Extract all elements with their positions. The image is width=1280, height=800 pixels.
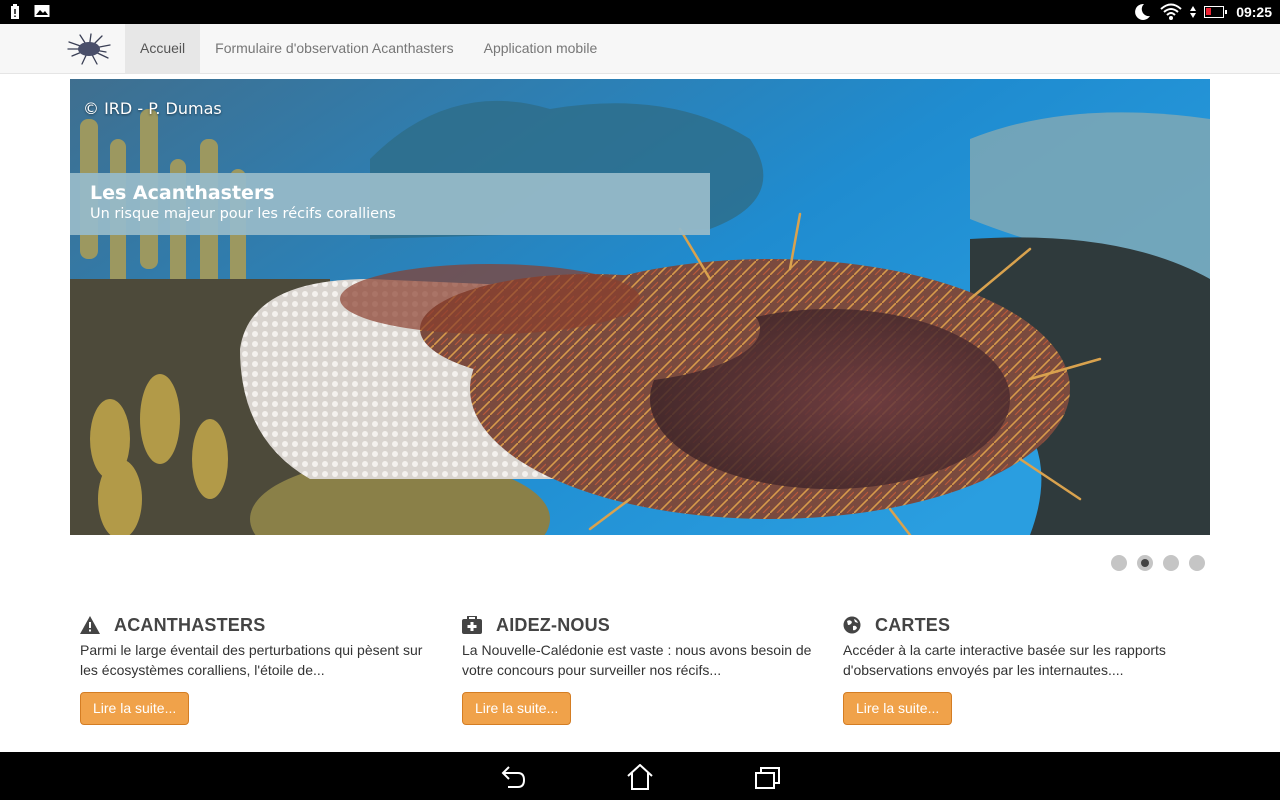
clock: 09:25 <box>1236 4 1272 20</box>
globe-icon <box>843 616 861 634</box>
status-bar: 09:25 <box>0 0 1280 24</box>
nav-accueil[interactable]: Accueil <box>125 24 201 73</box>
nav-formulaire-observation[interactable]: Formulaire d'observation Acanthasters <box>200 24 468 73</box>
carousel-dot-4[interactable] <box>1189 555 1205 571</box>
do-not-disturb-moon-icon <box>1135 3 1151 20</box>
feature-text: La Nouvelle-Calédonie est vaste : nous a… <box>462 642 812 678</box>
feature-title: AIDEZ-NOUS <box>496 614 610 635</box>
caption-subtitle: Un risque majeur pour les récifs coralli… <box>90 206 396 222</box>
hero-carousel[interactable]: © IRD - P. Dumas Les Acanthasters Un ris… <box>70 79 1210 535</box>
read-more-button[interactable]: Lire la suite... <box>80 692 190 725</box>
feature-text: Accéder à la carte interactive basée sur… <box>843 642 1166 678</box>
data-arrows-icon <box>1190 6 1197 18</box>
system-navigation-bar <box>0 752 1280 800</box>
battery-icon <box>1204 6 1228 18</box>
starfish-logo-icon[interactable] <box>66 32 112 66</box>
coral-reef-starfish-photo <box>70 79 1210 535</box>
photo-credit: © IRD - P. Dumas <box>83 99 222 118</box>
warning-icon <box>80 616 100 634</box>
feature-acanthasters: ACANTHASTERS Parmi le large éventail des… <box>80 614 430 725</box>
feature-cartes: CARTES Accéder à la carte interactive ba… <box>843 614 1193 725</box>
home-icon[interactable] <box>626 764 654 790</box>
feature-title: ACANTHASTERS <box>114 614 266 635</box>
carousel-dot-2[interactable] <box>1137 555 1153 571</box>
feature-aidez-nous: AIDEZ-NOUS La Nouvelle-Calédonie est vas… <box>462 614 812 725</box>
nav-application-mobile[interactable]: Application mobile <box>469 24 613 73</box>
feature-text: Parmi le large éventail des perturbation… <box>80 642 423 678</box>
wifi-icon <box>1160 3 1182 20</box>
carousel-indicators <box>1111 555 1205 571</box>
read-more-button[interactable]: Lire la suite... <box>462 692 572 725</box>
feature-title: CARTES <box>875 614 951 635</box>
top-navbar: Accueil Formulaire d'observation Acantha… <box>0 24 1280 74</box>
medkit-icon <box>462 616 482 634</box>
image-icon <box>34 5 50 17</box>
carousel-dot-1[interactable] <box>1111 555 1127 571</box>
battery-alert-icon <box>11 4 19 19</box>
back-icon[interactable] <box>498 764 526 790</box>
read-more-button[interactable]: Lire la suite... <box>843 692 953 725</box>
carousel-caption: Les Acanthasters Un risque majeur pour l… <box>70 173 710 235</box>
recent-apps-icon[interactable] <box>754 764 782 790</box>
carousel-dot-3[interactable] <box>1163 555 1179 571</box>
caption-title: Les Acanthasters <box>90 182 275 204</box>
